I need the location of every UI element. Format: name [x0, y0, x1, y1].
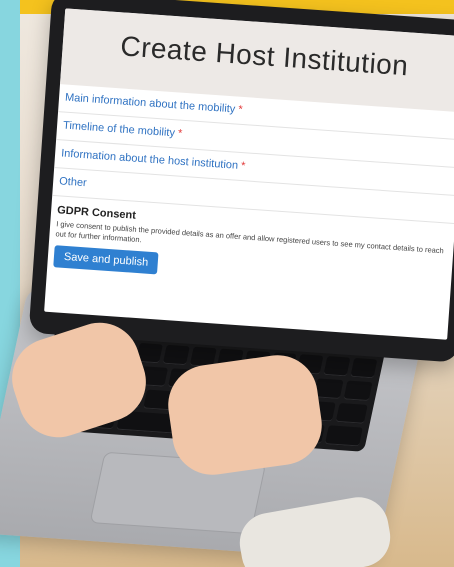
- required-mark: *: [240, 160, 246, 173]
- key: [350, 357, 378, 379]
- laptop-screen: Create Host Institution Main information…: [44, 8, 454, 340]
- key: [314, 378, 344, 400]
- save-and-publish-button[interactable]: Save and publish: [53, 245, 159, 275]
- section-label: Timeline of the mobility: [62, 119, 176, 140]
- section-label: Information about the host institution: [60, 147, 239, 172]
- laptop-lid: Create Host Institution Main information…: [28, 0, 454, 363]
- section-label: Main information about the mobility: [64, 91, 236, 116]
- page-title: Create Host Institution: [119, 30, 410, 82]
- key: [163, 344, 190, 366]
- required-mark: *: [237, 103, 244, 116]
- key: [325, 425, 363, 447]
- key: [335, 403, 368, 424]
- required-mark: *: [177, 127, 183, 140]
- photo-stage: Create Host Institution Main information…: [0, 0, 454, 567]
- key: [343, 380, 373, 402]
- key: [323, 356, 351, 377]
- section-label: Other: [58, 175, 88, 190]
